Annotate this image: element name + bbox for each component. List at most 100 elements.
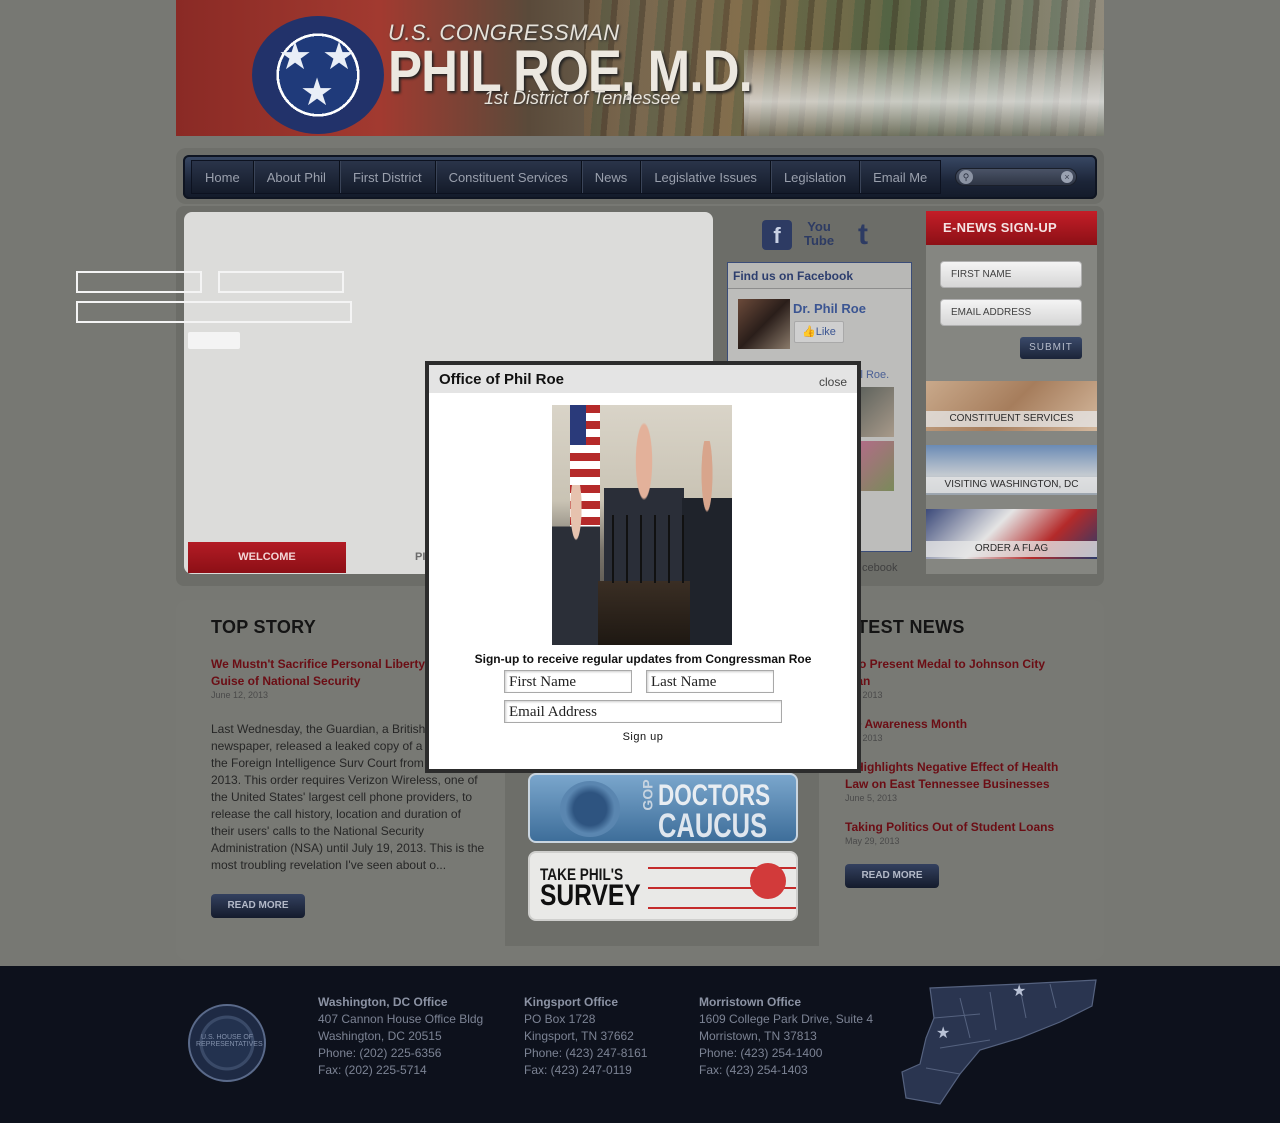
banner-line-caucus: CAUCUS <box>658 807 768 843</box>
top-story-heading: TOP STORY <box>211 617 317 637</box>
gop-doctors-caucus-banner[interactable]: GOP DOCTORS CAUCUS <box>528 773 798 843</box>
nav-item-about-phil[interactable]: About Phil <box>254 161 340 193</box>
modal-signup-button[interactable]: Sign up <box>429 731 857 743</box>
flag-canton <box>570 405 586 445</box>
podium <box>598 581 690 645</box>
office-line: Fax: (202) 225-5714 <box>318 1063 427 1077</box>
office-line: Fax: (423) 254-1403 <box>699 1063 808 1077</box>
house-seal-text: U.S. HOUSE OF REPRESENTATIVES <box>196 1034 263 1048</box>
youtube-icon[interactable]: You Tube <box>804 220 834 250</box>
signup-modal: Office of Phil Roe close Sign-up to rece… <box>425 361 861 773</box>
main-nav: Home About Phil First District Constitue… <box>183 155 1097 199</box>
facebook-plugin-link[interactable]: cebook <box>862 562 897 574</box>
search-input[interactable]: ⚲ × <box>955 168 1077 186</box>
latest-news-read-more-button[interactable]: READ MORE <box>845 864 939 888</box>
top-story-date: June 12, 2013 <box>211 690 269 700</box>
office-line: Phone: (202) 225-6356 <box>318 1046 442 1060</box>
office-line: Kingsport, TN 37662 <box>524 1029 634 1043</box>
enews-title: E-NEWS SIGN-UP <box>926 211 1097 245</box>
news-item-title[interactable]: SD Awareness Month <box>845 716 1070 733</box>
news-item-date: June 5, 2013 <box>845 793 898 803</box>
promo-visiting-washington[interactable]: VISITING WASHINGTON, DC <box>926 445 1097 495</box>
office-line: Washington, DC 20515 <box>318 1029 442 1043</box>
star-icon: ★ <box>278 36 313 78</box>
news-item-title[interactable]: Taking Politics Out of Student Loans <box>845 819 1070 836</box>
first-name-field[interactable] <box>76 271 202 293</box>
enews-submit-button[interactable]: SUBMIT <box>1020 337 1082 359</box>
office-line: Phone: (423) 254-1400 <box>699 1046 823 1060</box>
promo-label: ORDER A FLAG <box>926 541 1097 557</box>
office-kingsport: Kingsport Office PO Box 1728 Kingsport, … <box>524 994 647 1079</box>
modal-close-button[interactable]: close <box>819 375 847 389</box>
email-field[interactable] <box>76 301 352 323</box>
clear-icon[interactable]: × <box>1061 171 1073 183</box>
office-line: Morristown, TN 37813 <box>699 1029 817 1043</box>
office-morristown: Morristown Office 1609 College Park Driv… <box>699 994 873 1079</box>
promo-constituent-services[interactable]: CONSTITUENT SERVICES <box>926 381 1097 431</box>
pencil-eraser-icon <box>750 863 786 899</box>
facebook-widget-header[interactable]: Find us on Facebook <box>728 263 911 289</box>
congressman-photo <box>552 405 732 645</box>
nav-item-constituent-services[interactable]: Constituent Services <box>436 161 582 193</box>
office-line: Phone: (423) 247-8161 <box>524 1046 648 1060</box>
nav-item-first-district[interactable]: First District <box>340 161 436 193</box>
modal-body: Office of Phil Roe close Sign-up to rece… <box>429 365 857 769</box>
nav-item-legislative-issues[interactable]: Legislative Issues <box>641 161 771 193</box>
like-label: Like <box>815 326 836 338</box>
modal-email-input[interactable]: Email Address <box>504 700 782 723</box>
search-icon[interactable]: ⚲ <box>959 170 973 184</box>
top-story-read-more-button[interactable]: READ MORE <box>211 894 305 918</box>
microphones <box>604 515 684 583</box>
office-line: 1609 College Park Drive, Suite 4 <box>699 1012 874 1026</box>
take-survey-banner[interactable]: TAKE PHIL'S SURVEY <box>528 851 798 921</box>
nav-item-news[interactable]: News <box>582 161 642 193</box>
promo-order-flag[interactable]: ORDER A FLAG <box>926 509 1097 559</box>
office-line: Fax: (423) 247-0119 <box>524 1063 632 1077</box>
site-header: ★ ★ ★ U.S. CONGRESSMAN PHIL ROE, M.D. 1s… <box>176 0 1104 136</box>
facebook-fan-text: il Roe. <box>858 369 890 381</box>
nav-items: Home About Phil First District Constitue… <box>191 160 942 194</box>
news-item-title[interactable]: e to Present Medal to Johnson City eran <box>845 656 1070 690</box>
office-washington: Washington, DC Office 407 Cannon House O… <box>318 994 483 1079</box>
header-river-image <box>744 50 1104 136</box>
star-icon: ★ <box>300 72 335 114</box>
modal-title: Office of Phil Roe <box>439 371 565 388</box>
nav-item-email-me[interactable]: Email Me <box>860 161 940 193</box>
district-map[interactable]: ★ ★ <box>900 978 1098 1112</box>
office-name: Kingsport Office <box>524 995 619 1009</box>
star-icon: ★ <box>322 36 357 78</box>
eagle-seal-icon <box>560 781 620 837</box>
modal-first-name-input[interactable]: First Name <box>504 670 632 693</box>
house-seal-logo: U.S. HOUSE OF REPRESENTATIVES <box>188 1004 266 1082</box>
nav-item-home[interactable]: Home <box>192 161 254 193</box>
star-icon: ★ <box>936 1025 950 1042</box>
office-name: Morristown Office <box>699 995 802 1009</box>
star-icon: ★ <box>1012 983 1026 1000</box>
header-subtitle: 1st District of Tennessee <box>484 88 681 108</box>
thumbs-up-icon: 👍 <box>802 326 816 338</box>
office-line: 407 Cannon House Office Bldg <box>318 1012 484 1026</box>
tab-welcome[interactable]: WELCOME <box>188 542 346 573</box>
facebook-profile-image[interactable] <box>738 299 790 349</box>
modal-last-name-input[interactable]: Last Name <box>646 670 774 693</box>
twitter-icon[interactable]: t <box>848 220 878 250</box>
news-item-title[interactable]: e Highlights Negative Effect of Health L… <box>845 759 1070 793</box>
facebook-page-name[interactable]: Dr. Phil Roe <box>793 301 866 316</box>
enews-first-name-input[interactable]: FIRST NAME <box>940 261 1082 288</box>
promo-label: CONSTITUENT SERVICES <box>926 411 1097 427</box>
news-item-date: May 29, 2013 <box>845 836 900 846</box>
signup-button[interactable] <box>188 332 240 349</box>
figure-left <box>552 485 600 645</box>
office-name: Washington, DC Office <box>318 995 448 1009</box>
enews-email-input[interactable]: EMAIL ADDRESS <box>940 299 1082 326</box>
modal-signup-text: Sign-up to receive regular updates from … <box>474 652 812 666</box>
promo-label: VISITING WASHINGTON, DC <box>926 477 1097 493</box>
top-story-title[interactable]: We Mustn't Sacrifice Personal Liberty Gu… <box>211 656 433 690</box>
facebook-icon[interactable]: f <box>762 220 792 250</box>
nav-item-legislation[interactable]: Legislation <box>771 161 861 193</box>
last-name-field[interactable] <box>218 271 344 293</box>
office-line: PO Box 1728 <box>524 1012 596 1026</box>
facebook-like-button[interactable]: 👍Like <box>794 321 844 343</box>
gop-label: GOP <box>639 779 656 811</box>
modal-header: Office of Phil Roe close <box>429 365 857 393</box>
